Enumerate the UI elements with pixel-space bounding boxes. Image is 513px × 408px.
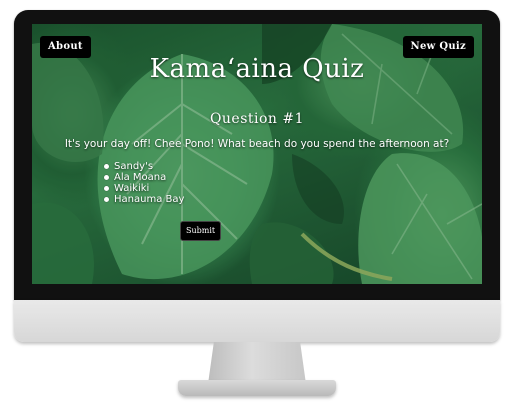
radio-button[interactable] [104, 175, 109, 180]
quiz-title: Kamaʻaina Quiz [149, 54, 365, 84]
answer-label: Waikiki [114, 183, 150, 194]
radio-button[interactable] [104, 186, 109, 191]
radio-button[interactable] [104, 164, 109, 169]
desktop-monitor-mockup: About New Quiz Kamaʻaina Quiz Question #… [0, 0, 513, 408]
answer-label: Hanauma Bay [114, 194, 185, 205]
answer-label: Sandy's [114, 161, 154, 172]
answer-option[interactable]: Ala Moana [104, 172, 184, 183]
monitor-stand-base [178, 380, 336, 396]
answer-list: Sandy's Ala Moana Waikiki Hanauma Bay [104, 161, 184, 205]
question-text: It's your day off! Chee Pono! What beach… [64, 138, 450, 150]
answer-option[interactable]: Waikiki [104, 183, 184, 194]
radio-button[interactable] [104, 197, 109, 202]
monitor-stand-neck [208, 342, 306, 384]
question-number: Question #1 [209, 111, 305, 127]
answer-option[interactable]: Hanauma Bay [104, 194, 184, 205]
screen: About New Quiz Kamaʻaina Quiz Question #… [32, 24, 482, 284]
answer-option[interactable]: Sandy's [104, 161, 184, 172]
submit-button[interactable]: Submit [180, 221, 222, 241]
monitor-chin [14, 300, 500, 342]
answer-label: Ala Moana [114, 172, 167, 183]
